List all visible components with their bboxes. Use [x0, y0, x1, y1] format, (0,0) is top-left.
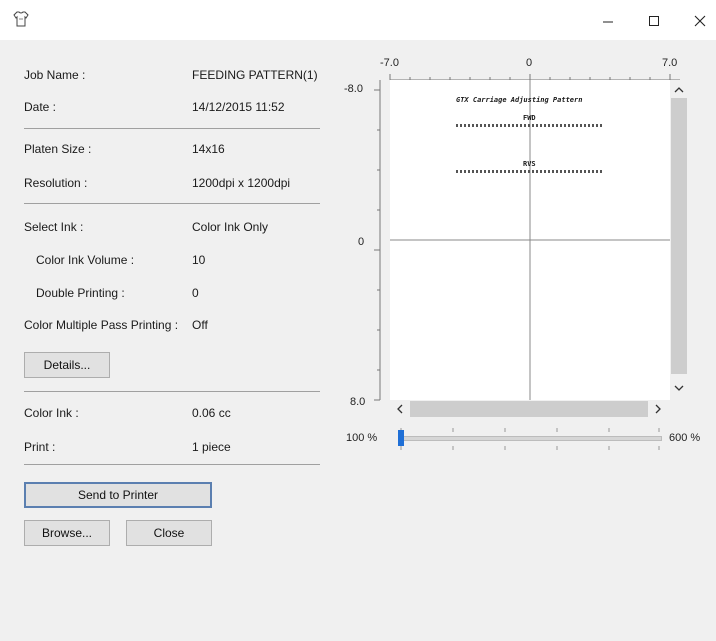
title-bar [0, 0, 716, 40]
select-ink-label: Select Ink : [24, 220, 84, 234]
pattern-title: GTX Carriage Adjusting Pattern [456, 96, 583, 104]
job-name-value: FEEDING PATTERN(1) [192, 68, 318, 82]
zoom-slider[interactable] [396, 424, 662, 454]
close-button[interactable]: Close [126, 520, 212, 546]
vertical-scrollbar[interactable] [670, 80, 688, 400]
multipass-value: Off [192, 318, 208, 332]
details-button[interactable]: Details... [24, 352, 110, 378]
horizontal-scroll-thumb[interactable] [410, 401, 648, 417]
date-label: Date : [24, 100, 57, 114]
rvs-pattern-row [456, 170, 602, 173]
vertical-scroll-thumb[interactable] [671, 98, 687, 374]
divider [24, 391, 320, 392]
color-ink-value: 0.06 cc [192, 406, 231, 420]
x-axis-min-label: -7.0 [380, 57, 399, 69]
color-ink-volume-label: Color Ink Volume : [36, 253, 135, 267]
close-icon [694, 15, 706, 27]
resolution-label: Resolution : [24, 176, 88, 190]
scroll-down-icon[interactable] [674, 384, 684, 392]
preview-crosshair [390, 80, 670, 400]
divider [24, 128, 320, 129]
send-to-printer-button[interactable]: Send to Printer [24, 482, 212, 508]
scroll-up-icon[interactable] [674, 86, 684, 94]
date-value: 14/12/2015 11:52 [192, 100, 285, 114]
print-label: Print : [24, 440, 56, 454]
zoom-min-label: 100 % [346, 432, 378, 444]
close-window-button[interactable] [680, 8, 716, 34]
x-axis-max-label: 7.0 [662, 57, 678, 69]
fwd-pattern-row [456, 124, 602, 127]
multipass-label: Color Multiple Pass Printing : [24, 318, 179, 332]
select-ink-value: Color Ink Only [192, 220, 269, 234]
resolution-value: 1200dpi x 1200dpi [192, 176, 291, 190]
minimize-icon [603, 21, 613, 23]
maximize-button[interactable] [634, 8, 674, 34]
fwd-label: FWD [523, 114, 536, 122]
zoom-slider-ticks [400, 428, 660, 450]
zoom-max-label: 600 % [669, 432, 701, 444]
x-axis-mid-label: 0 [526, 57, 533, 69]
rvs-label: RVS [523, 160, 536, 168]
color-ink-volume-value: 10 [192, 253, 206, 267]
platen-size-label: Platen Size : [24, 142, 92, 156]
minimize-button[interactable] [588, 8, 628, 34]
app-shirt-icon [12, 10, 30, 31]
zoom-slider-thumb[interactable] [398, 430, 404, 446]
double-printing-label: Double Printing : [36, 286, 125, 300]
maximize-icon [649, 16, 659, 26]
print-preview[interactable]: GTX Carriage Adjusting Pattern FWD RVS [390, 80, 670, 400]
browse-button[interactable]: Browse... [24, 520, 110, 546]
double-printing-value: 0 [192, 286, 199, 300]
platen-size-value: 14x16 [192, 142, 225, 156]
color-ink-label: Color Ink : [24, 406, 79, 420]
divider [24, 464, 320, 465]
scroll-right-icon[interactable] [654, 404, 662, 414]
divider [24, 203, 320, 204]
scroll-left-icon[interactable] [396, 404, 404, 414]
horizontal-scrollbar[interactable] [390, 400, 670, 418]
print-value: 1 piece [192, 440, 231, 454]
job-name-label: Job Name : [24, 68, 86, 82]
